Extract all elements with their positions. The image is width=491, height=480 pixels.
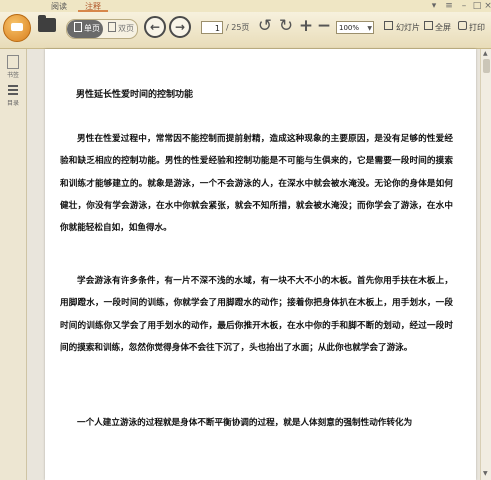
arrow-right-icon: → (174, 20, 186, 34)
bookmark-icon (7, 55, 19, 69)
back-button[interactable]: ← (144, 16, 166, 38)
tab-strip: 阅读 注释 ▾ ≡ – □ × (0, 0, 491, 12)
zoom-select[interactable]: 100% ▼ (336, 21, 374, 34)
arrow-left-icon: ← (149, 20, 161, 34)
scroll-up-icon[interactable]: ▲ (483, 50, 488, 57)
document-title: 男性延长性爱时间的控制功能 (76, 90, 194, 100)
fullscreen-button[interactable]: 全屏 (435, 22, 451, 33)
page-number-input[interactable]: 1 (201, 21, 223, 34)
scroll-thumb[interactable] (483, 59, 490, 73)
paragraph: 男性在性爱过程中，常常因不能控制而提前射精，造成这种现象的主要原因，是没有足够的… (60, 134, 453, 234)
forward-button[interactable]: → (169, 16, 191, 38)
view-mode-switch: 单页 双页 (66, 19, 138, 39)
slideshow-icon (384, 21, 393, 30)
chevron-down-icon: ▼ (367, 25, 372, 32)
sidebar-item-toc[interactable]: 目录 (2, 85, 24, 107)
zoom-in-icon[interactable]: + (297, 17, 315, 35)
double-page-icon (108, 22, 116, 32)
vertical-scrollbar[interactable]: ▲ ▼ (480, 49, 491, 480)
document-page: 男性延长性爱时间的控制功能 男性在性爱过程中，常常因不能控制而提前射精，造成这种… (45, 49, 476, 480)
print-icon (458, 21, 467, 30)
rotate-left-icon[interactable]: ↺ (256, 17, 274, 35)
zoom-out-icon[interactable]: − (315, 17, 333, 35)
tab-read[interactable]: 阅读 (44, 1, 74, 12)
toc-icon (8, 85, 18, 97)
page-total: / 25页 (226, 23, 250, 32)
open-folder-icon[interactable] (38, 15, 56, 32)
close-icon[interactable]: × (482, 1, 491, 11)
print-button[interactable]: 打印 (469, 22, 485, 33)
paragraph: 学会游泳有许多条件，有一片不深不浅的水域，有一块不大不小的木板。首先你用手扶在木… (60, 276, 453, 353)
double-page-button[interactable]: 双页 (103, 20, 135, 38)
menu-icon[interactable]: ≡ (443, 1, 455, 11)
sidebar-item-bookmarks[interactable]: 书签 (2, 55, 24, 79)
scroll-down-icon[interactable]: ▼ (483, 470, 488, 477)
app-logo (3, 14, 31, 42)
slideshow-button[interactable]: 幻灯片 (396, 22, 420, 33)
single-page-button[interactable]: 单页 (67, 20, 103, 38)
sidebar: 书签 目录 (0, 49, 27, 480)
paragraph: 一个人建立游泳的过程就是身体不断平衡协调的过程，就是人体刻意的强制性动作转化为 (77, 418, 413, 428)
minimize-icon[interactable]: – (458, 1, 470, 11)
single-page-icon (74, 22, 82, 32)
fullscreen-icon (424, 21, 433, 30)
skin-icon[interactable]: ▾ (428, 1, 440, 11)
rotate-right-icon[interactable]: ↻ (277, 17, 295, 35)
